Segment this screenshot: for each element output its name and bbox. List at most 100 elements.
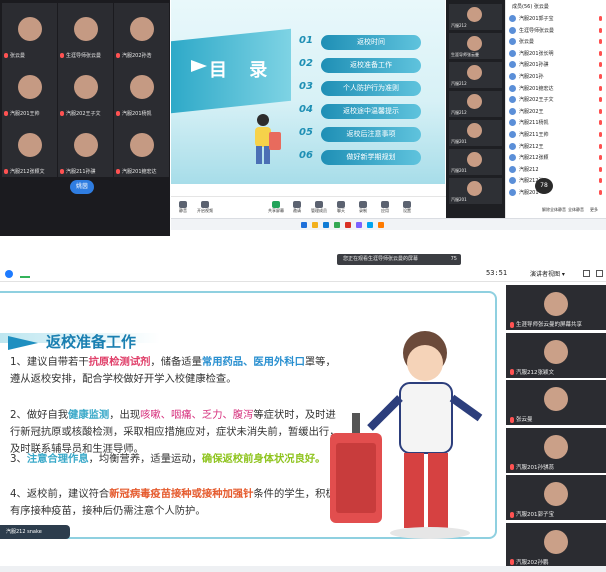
shield-icon[interactable] [5,270,13,278]
video-tile[interactable]: 汽服201 [449,120,502,146]
record-button[interactable]: 录制 [353,201,373,214]
participants-action-button[interactable]: 更多 [590,207,598,213]
slide-paragraph: 3、注意合理作息，均衡营养，适量运动，确保返校前身体状况良好。 [10,451,345,468]
participant-row[interactable]: 生涯导师张云曼 [509,26,605,37]
participant-row[interactable]: 汽服212 [509,165,605,176]
taskbar-app-icon[interactable] [367,222,373,228]
manage-members-button[interactable]: 管理成员 [309,201,329,214]
video-tile[interactable]: 汽服201 [449,149,502,175]
participants-panel: 成员(56) 张云曼 汽服201郭子宝 生涯导师张云曼 张云曼 汽服201张长明 汽服2… [505,0,606,218]
participant-name: 汽服202王子文 [60,110,101,117]
participant-row[interactable]: 汽服202王 [509,107,605,118]
mic-muted-icon [599,166,602,172]
participant-row[interactable]: 汽服201鲍宏达 [509,84,605,95]
avatar [509,131,516,138]
video-tile[interactable]: 汽服202孙浩 [114,3,169,61]
participant-row[interactable]: 汽服201孙 [509,72,605,83]
video-button[interactable]: 开启视频 [195,201,215,214]
video-tile[interactable]: 生涯导师张云曼 [449,33,502,59]
participants-action-button[interactable]: 解除全体静音 [542,207,566,213]
taskbar-app-icon[interactable] [345,222,351,228]
view-mode-dropdown[interactable]: 演讲者视图 ▾ [530,269,565,278]
participant-name: 汽服201郭子宝 [519,16,554,22]
video-tile[interactable]: 生涯导师张云曼的屏幕共享 [506,285,606,330]
mic-muted-icon [116,169,120,174]
video-tile[interactable]: 汽服201鲍宏达 [114,119,169,177]
participant-name: 汽服202孙浩 [116,52,152,59]
toolbar-label: 设置 [403,208,411,213]
paragraph-text: 1、建议自带若干 [10,356,89,368]
mute-button[interactable]: 静音 [173,201,193,214]
settings-button[interactable]: 设置 [397,201,417,214]
video-tile[interactable]: 汽服201 [449,178,502,204]
participant-row[interactable]: 张云曼 [509,37,605,48]
participants-action-button[interactable]: 全体静音 [568,207,584,213]
participant-row[interactable]: 汽服201 [509,188,605,199]
taskbar-app-icon[interactable] [334,222,340,228]
participant-row[interactable]: 汽服201孙骐 [509,60,605,71]
paragraph-text: 注意合理作息 [26,453,89,465]
video-tile[interactable]: 汽服212张颖文 [506,332,606,378]
participant-row[interactable]: 汽服212张颖 [509,153,605,164]
share-screen-button[interactable]: 共享屏幕 [266,201,286,214]
presenter-label: 汽服212 snake [0,525,70,539]
participant-name: 汽服212 [451,23,467,28]
invite-button[interactable]: 邀请 [287,201,307,214]
mic-muted-icon [60,169,64,174]
screen-share-banner[interactable]: 您正在观看生涯导师张云曼的屏幕 75 [337,254,461,265]
settings-icon [403,201,411,208]
video-tile[interactable]: 汽服201杨凯 [114,61,169,119]
fullscreen-icon[interactable] [583,270,590,277]
participant-row[interactable]: 汽服202王子文 [509,95,605,106]
paragraph-text: 2、做好自我 [10,409,69,421]
video-tile[interactable]: 汽服202孙鹏 [506,522,606,568]
video-tile[interactable]: 汽服201孙骐蕊 [506,427,606,473]
participant-row[interactable]: 汽服201郭子宝 [509,14,605,25]
invite-icon [293,201,301,208]
avatar [74,17,98,41]
participant-name-text: 汽服202孙浩 [122,53,152,59]
participant-name: 汽服211王帅 [519,132,549,138]
taskbar-app-icon[interactable] [356,222,362,228]
video-tile[interactable]: 张云曼 [2,3,57,61]
taskbar-app-icon[interactable] [312,222,318,228]
paragraph-text: ，储备适量 [150,356,202,368]
video-tile[interactable]: 汽服201郭子宝 [506,475,606,520]
taskbar-app-icon[interactable] [301,222,307,228]
video-tile[interactable]: 张云曼 [506,380,606,425]
video-tile[interactable]: 汽服212张颖文 [2,119,57,177]
mic-muted-icon [599,97,602,103]
participant-row[interactable]: 汽服212王 [509,142,605,153]
avatar [509,96,516,104]
avatar [130,133,154,157]
toc-number: 02 [299,58,313,69]
participant-name: 汽服211孙骐 [60,168,96,175]
mic-muted-icon [599,39,602,45]
participant-row[interactable]: 汽服211王帅 [509,130,605,141]
participant-row[interactable]: 汽服211杨凯 [509,118,605,129]
video-tile[interactable]: 汽服212 [449,4,502,30]
signal-icon[interactable] [20,270,30,278]
chat-button[interactable]: 聊天 [331,201,351,214]
mic-muted-icon [599,143,602,149]
speaker-name-badge: 姚茵 [70,180,94,194]
video-tile[interactable]: 汽服212 [449,91,502,117]
video-tile[interactable]: 汽服212 [449,62,502,88]
mute-icon [179,201,187,208]
participant-row[interactable]: 汽服201张长明 [509,49,605,60]
video-tile[interactable]: 汽服201王帅 [2,61,57,119]
taskbar-app-icon[interactable] [323,222,329,228]
apps-button[interactable]: 应用 [375,201,395,214]
mic-muted-icon [599,74,602,79]
video-tile[interactable]: 生涯导师张云曼 [58,3,113,61]
participant-row[interactable]: 汽服212张 [509,176,605,187]
mic-muted-icon [510,559,514,565]
taskbar-app-icon[interactable] [378,222,384,228]
close-icon[interactable] [596,270,603,277]
toolbar-label: 聊天 [337,208,345,213]
speaker-video-column: 生涯导师张云曼的屏幕共享 汽服212张颖文 张云曼 汽服201孙骐蕊 汽服201郭子宝汽… [505,283,606,572]
avatar [467,65,482,80]
video-tile[interactable]: 汽服202王子文 [58,61,113,119]
mic-muted-icon [510,464,514,470]
video-tile[interactable]: 汽服211孙骐 [58,119,113,177]
